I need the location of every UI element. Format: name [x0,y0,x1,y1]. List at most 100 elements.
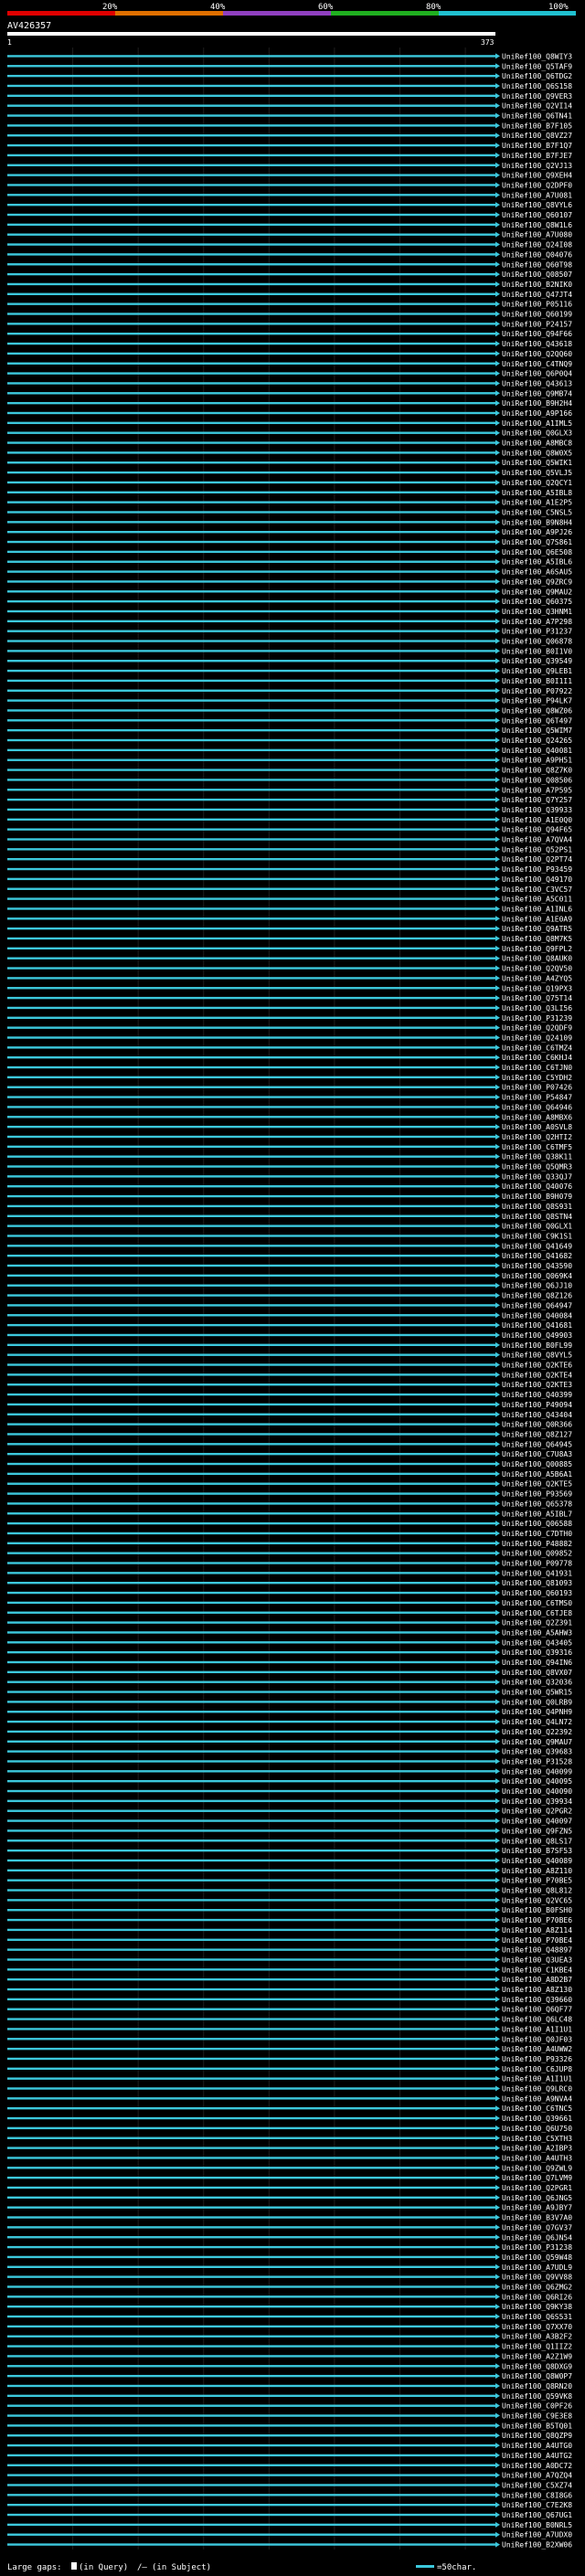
hit-label[interactable]: UniRef100_Q5WIK1 [502,459,572,467]
hit-label[interactable]: UniRef100_A5IBL8 [502,489,572,497]
hit-row[interactable]: UniRef100_Q8VYL6 [7,201,572,209]
hit-row[interactable]: UniRef100_Q38K11 [7,1153,572,1161]
hit-label[interactable]: UniRef100_Q60199 [502,311,572,319]
hit-row[interactable]: UniRef100_A2Z1W9 [7,2352,572,2360]
hit-row[interactable]: UniRef100_Q19PX3 [7,984,572,992]
hit-bar[interactable] [7,858,495,861]
hit-row[interactable]: UniRef100_Q94F65 [7,826,572,834]
hit-row[interactable]: UniRef100_C9K1S1 [7,1232,572,1240]
hit-row[interactable]: UniRef100_C4TNQ9 [7,360,572,368]
hit-bar[interactable] [7,1670,495,1674]
hit-label[interactable]: UniRef100_Q81093 [502,1579,572,1587]
hit-label[interactable]: UniRef100_Q6T497 [502,716,572,725]
hit-bar[interactable] [7,65,495,68]
hit-row[interactable]: UniRef100_A4ZYQ5 [7,974,572,982]
hit-row[interactable]: UniRef100_A1IML5 [7,419,572,428]
hit-label[interactable]: UniRef100_Q1IIZ2 [502,2343,572,2351]
hit-row[interactable]: UniRef100_Q6E508 [7,548,572,557]
hit-row[interactable]: UniRef100_C5NSL5 [7,508,572,516]
hit-label[interactable]: UniRef100_Q9XEH4 [502,172,572,180]
hit-bar[interactable] [7,1413,495,1415]
hit-bar[interactable] [7,818,495,822]
hit-label[interactable]: UniRef100_A1E0Q0 [502,816,572,824]
hit-bar[interactable] [7,2394,495,2398]
hit-label[interactable]: UniRef100_Q6TN41 [502,112,572,121]
hit-row[interactable]: UniRef100_P94LK7 [7,697,572,705]
hit-row[interactable]: UniRef100_Q2QCY1 [7,479,572,487]
hit-label[interactable]: UniRef100_Q6E508 [502,548,572,557]
hit-label[interactable]: UniRef100_Q4LN72 [502,1718,572,1726]
hit-label[interactable]: UniRef100_A8MBC8 [502,440,572,448]
hit-row[interactable]: UniRef100_Q41681 [7,1321,572,1330]
hit-label[interactable]: UniRef100_A5C011 [502,896,572,904]
hit-row[interactable]: UniRef100_A1I1U1 [7,2025,572,2033]
hit-bar[interactable] [7,769,495,771]
hit-label[interactable]: UniRef100_Q7S861 [502,538,572,546]
hit-row[interactable]: UniRef100_Q6RI26 [7,2293,572,2301]
hit-bar[interactable] [7,392,495,395]
hit-row[interactable]: UniRef100_Q39934 [7,1797,572,1806]
hit-bar[interactable] [7,1918,495,1922]
hit-label[interactable]: UniRef100_C1KBE4 [502,1966,572,1974]
hit-bar[interactable] [7,838,495,841]
hit-bar[interactable] [7,154,495,157]
hit-row[interactable]: UniRef100_Q43590 [7,1262,572,1270]
hit-label[interactable]: UniRef100_Q2VI14 [502,102,572,111]
hit-row[interactable]: UniRef100_Q40095 [7,1777,572,1786]
hit-bar[interactable] [7,431,495,434]
hit-bar[interactable] [7,2236,495,2239]
hit-row[interactable]: UniRef100_B9N8H4 [7,518,572,526]
hit-row[interactable]: UniRef100_P70BE4 [7,1936,572,1945]
hit-row[interactable]: UniRef100_Q64945 [7,1440,572,1448]
hit-row[interactable]: UniRef100_P07922 [7,687,572,695]
hit-label[interactable]: UniRef100_Q2PT74 [502,855,572,864]
hit-bar[interactable] [7,789,495,791]
hit-label[interactable]: UniRef100_Q75T14 [502,994,572,1002]
hit-row[interactable]: UniRef100_Q60T98 [7,260,572,269]
hit-label[interactable]: UniRef100_A8MBX6 [502,1113,572,1121]
hit-bar[interactable] [7,1086,495,1088]
hit-bar[interactable] [7,967,495,970]
hit-bar[interactable] [7,2028,495,2030]
hit-row[interactable]: UniRef100_P70BE6 [7,1916,572,1924]
hit-label[interactable]: UniRef100_P24157 [502,320,572,328]
hit-bar[interactable] [7,1472,495,1476]
hit-row[interactable]: UniRef100_Q2VJ13 [7,162,572,170]
hit-bar[interactable] [7,2245,495,2249]
hit-label[interactable]: UniRef100_A8D2B7 [502,1976,572,1984]
hit-label[interactable]: UniRef100_Q41649 [502,1242,572,1250]
hit-row[interactable]: UniRef100_Q6S531 [7,2313,572,2321]
hit-row[interactable]: UniRef100_Q6TN41 [7,112,572,121]
hit-row[interactable]: UniRef100_A7UDL9 [7,2263,572,2272]
hit-bar[interactable] [7,1948,495,1951]
hit-label[interactable]: UniRef100_Q24265 [502,737,572,745]
hit-bar[interactable] [7,1036,495,1039]
hit-bar[interactable] [7,1859,495,1862]
hit-bar[interactable] [7,1869,495,1872]
hit-row[interactable]: UniRef100_A0SVL8 [7,1123,572,1131]
hit-label[interactable]: UniRef100_Q8Z7K0 [502,767,572,775]
hit-row[interactable]: UniRef100_Q5WIK1 [7,459,572,467]
hit-row[interactable]: UniRef100_A1E2P5 [7,499,572,507]
hit-label[interactable]: UniRef100_A9JBY7 [502,2204,572,2212]
hit-bar[interactable] [7,323,495,325]
hit-row[interactable]: UniRef100_Q8L812 [7,1887,572,1895]
hit-row[interactable]: UniRef100_C6TMF5 [7,1143,572,1151]
hit-label[interactable]: UniRef100_Q6U750 [502,2125,572,2133]
hit-bar[interactable] [7,1650,495,1654]
hit-row[interactable]: UniRef100_Q6ZMG2 [7,2283,572,2291]
hit-bar[interactable] [7,243,495,246]
hit-bar[interactable] [7,779,495,781]
hit-row[interactable]: UniRef100_C0PF26 [7,2402,572,2411]
hit-label[interactable]: UniRef100_Q2KTE5 [502,1480,572,1489]
hit-bar[interactable] [7,124,495,127]
hit-label[interactable]: UniRef100_Q59VK8 [502,2392,572,2401]
hit-label[interactable]: UniRef100_Q9ATR5 [502,925,572,933]
hit-bar[interactable] [7,689,495,692]
hit-label[interactable]: UniRef100_A1INL6 [502,905,572,913]
hit-label[interactable]: UniRef100_Q6JN54 [502,2233,572,2242]
hit-label[interactable]: UniRef100_C4TNQ9 [502,360,572,368]
hit-row[interactable]: UniRef100_A8Z114 [7,1926,572,1935]
hit-bar[interactable] [7,1333,495,1337]
hit-label[interactable]: UniRef100_Q40097 [502,1818,572,1826]
